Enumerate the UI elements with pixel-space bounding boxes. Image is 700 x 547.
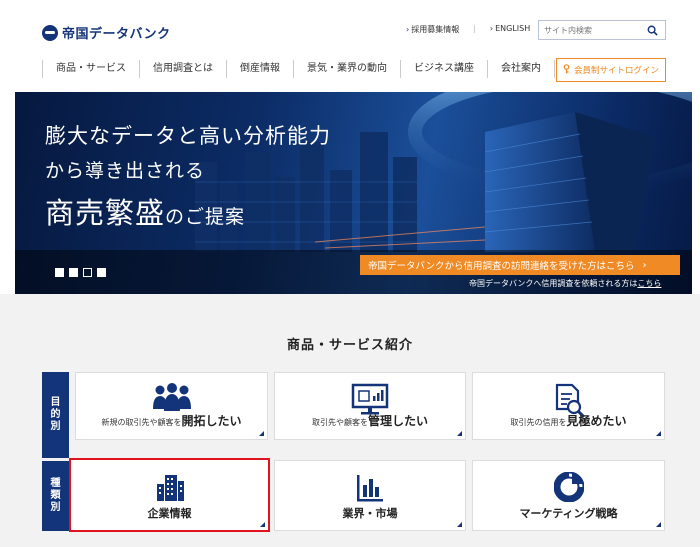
hero-heading-line1: 膨大なデータと高い分析能力 [45, 124, 331, 148]
chevron-right-icon: › [489, 24, 494, 33]
chevron-right-icon: › [642, 259, 647, 271]
purpose-row-label: 目 的 別 [42, 372, 69, 458]
section-title: 商品・サービス紹介 [286, 338, 413, 353]
slide-indicators [55, 268, 106, 277]
member-login-button[interactable]: 会員制サイトログイン [556, 58, 666, 82]
card-company-info[interactable]: 企業情報 [69, 458, 270, 532]
utility-links: › 採用募集情報 | › ENGLISH [406, 24, 530, 35]
nav-credit-research[interactable]: 信用調査とは [139, 60, 226, 78]
search-icon[interactable] [643, 21, 661, 39]
search-input[interactable] [539, 21, 643, 39]
hero-slider: 膨大なデータと高い分析能力 から導き出される 商売繁盛のご提案 帝国データバンク… [15, 92, 692, 294]
hero-heading-line3: 商売繁盛のご提案 [45, 196, 246, 230]
site-logo[interactable]: 帝国データバンク [42, 23, 171, 42]
products-section: 商品・サービス紹介 目 的 別 新規の取引先や顧客を開拓したい 取引先や顧客を管… [0, 294, 700, 547]
bar-chart-icon [355, 473, 385, 507]
slide-dot-2[interactable] [69, 268, 78, 277]
logo-icon [42, 24, 58, 41]
request-research-text: 帝国データバンクへ信用調査を依頼される方はこちら [469, 279, 662, 288]
nav-products[interactable]: 商品・サービス [42, 60, 139, 78]
site-header: 帝国データバンク ›採用募集情報 | ›ENGLISH 商品・サービス 信用調査… [0, 0, 700, 92]
logo-text: 帝国データバンク [62, 27, 171, 42]
slide-dot-3[interactable] [83, 268, 92, 277]
divider: | [473, 24, 476, 33]
recruit-link[interactable]: › 採用募集情報 [406, 24, 459, 35]
key-icon [563, 63, 570, 77]
chevron-right-icon: › [406, 25, 410, 34]
card-assess-credit[interactable]: 取引先の信用を見極めたい [472, 372, 665, 440]
building-icon [155, 472, 185, 506]
type-row-label: 種 類 別 [42, 461, 69, 531]
card-manage-clients[interactable]: 取引先や顧客を管理したい [274, 372, 466, 440]
site-search [538, 20, 666, 40]
pie-chart-icon [553, 471, 584, 506]
slide-dot-4[interactable] [97, 268, 106, 277]
card-marketing-strategy[interactable]: マーケティング戦略 [472, 460, 665, 531]
slide-dot-1[interactable] [55, 268, 64, 277]
nav-business-seminar[interactable]: ビジネス講座 [400, 60, 487, 78]
nav-economy-trends[interactable]: 景気・業界の動向 [293, 60, 400, 78]
nav-company-info[interactable]: 会社案内 [487, 60, 555, 78]
request-research-link[interactable]: こちら [637, 279, 661, 288]
global-nav: 商品・サービス 信用調査とは 倒産情報 景気・業界の動向 ビジネス講座 会社案内 [42, 60, 555, 78]
card-industry-market[interactable]: 業界・市場 [274, 460, 466, 531]
hero-heading-line2: から導き出される [45, 160, 206, 182]
nav-bankruptcy[interactable]: 倒産情報 [226, 60, 293, 78]
english-link[interactable]: › ENGLISH [490, 24, 530, 35]
visit-notice-banner[interactable]: 帝国データバンクから信用調査の訪問連絡を受けた方はこちら › [360, 255, 680, 275]
card-find-new-clients[interactable]: 新規の取引先や顧客を開拓したい [75, 372, 268, 440]
